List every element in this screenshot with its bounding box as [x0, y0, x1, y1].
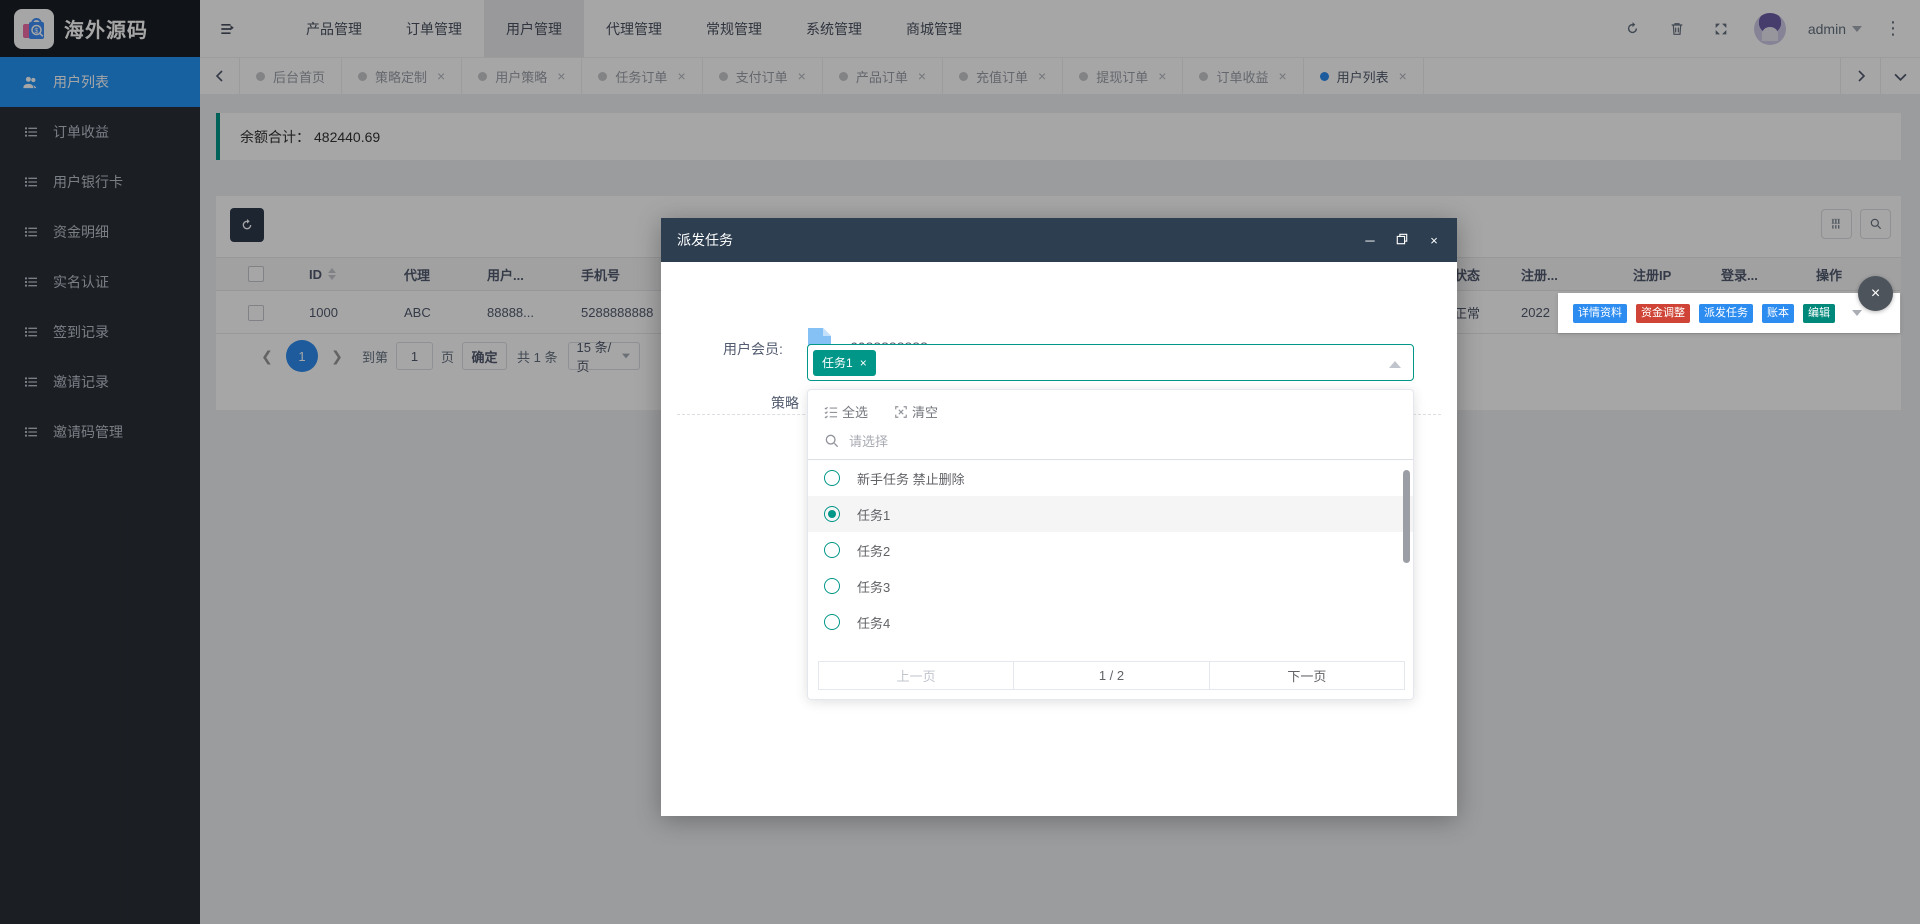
radio-icon: [824, 542, 840, 558]
clear-icon: [895, 405, 907, 418]
radio-icon: [824, 614, 840, 630]
option-label: 任务3: [857, 579, 891, 595]
edit-button[interactable]: 编辑: [1803, 303, 1835, 323]
dispatch-task-modal: 派发任务 ─ × 用户会员: 6088888888 策略 任务1 ×: [661, 218, 1457, 816]
close-icon[interactable]: ×: [1427, 233, 1441, 248]
dropdown-pager: 上一页 1 / 2 下一页: [818, 661, 1405, 690]
dispatch-task-button[interactable]: 派发任务: [1699, 303, 1753, 323]
selected-tag-label: 任务1: [822, 356, 853, 370]
option-day2-task-1[interactable]: 第二天任务1: [808, 640, 1413, 646]
clear-action[interactable]: 清空: [894, 402, 938, 421]
option-label: 任务1: [857, 507, 891, 523]
strategy-label: 策略: [771, 395, 799, 411]
modal-body: 用户会员: 6088888888 策略 任务1 × 全选 清空: [661, 262, 1457, 816]
minimize-icon[interactable]: ─: [1363, 233, 1377, 248]
dropdown-search[interactable]: [808, 425, 1413, 460]
dropdown-prev-page[interactable]: 上一页: [819, 662, 1015, 689]
option-label: 任务2: [857, 543, 891, 559]
option-label: 新手任务 禁止删除: [857, 471, 965, 487]
option-task-3[interactable]: 任务3: [808, 568, 1413, 604]
select-caret-icon: [1389, 361, 1401, 368]
radio-icon: [824, 578, 840, 594]
modal-title: 派发任务: [677, 232, 733, 248]
dropdown-options: 新手任务 禁止删除 任务1 任务2 任务3 任务4: [808, 460, 1413, 646]
maximize-icon[interactable]: [1395, 233, 1409, 248]
search-icon: [825, 434, 839, 448]
more-actions-caret-icon[interactable]: [1852, 310, 1862, 316]
select-all-icon: [824, 406, 838, 418]
option-task-1[interactable]: 任务1: [808, 496, 1413, 532]
dropdown-scrollbar[interactable]: [1403, 470, 1410, 563]
select-all-label: 全选: [842, 405, 869, 420]
option-task-2[interactable]: 任务2: [808, 532, 1413, 568]
option-task-4[interactable]: 任务4: [808, 604, 1413, 640]
fund-adjust-button[interactable]: 资金调整: [1636, 303, 1690, 323]
dropdown-page-indicator: 1 / 2: [1014, 662, 1210, 689]
option-newbie-task[interactable]: 新手任务 禁止删除: [808, 460, 1413, 496]
strategy-multiselect[interactable]: 任务1 ×: [807, 344, 1414, 381]
option-label: 任务4: [857, 615, 891, 631]
radio-checked-icon: [824, 506, 840, 522]
select-all-action[interactable]: 全选: [824, 402, 868, 421]
dropdown-search-input[interactable]: [849, 433, 1369, 449]
radio-icon: [824, 470, 840, 486]
dropdown-next-page[interactable]: 下一页: [1209, 662, 1404, 689]
close-actions-button[interactable]: ×: [1858, 276, 1893, 311]
dropdown-toolbar: 全选 清空: [808, 390, 1413, 425]
member-label: 用户会员:: [723, 341, 783, 357]
detail-info-button[interactable]: 详情资料: [1573, 303, 1627, 323]
ledger-button[interactable]: 账本: [1762, 303, 1794, 323]
selected-tag: 任务1 ×: [813, 349, 876, 376]
tag-remove-icon[interactable]: ×: [860, 356, 867, 370]
strategy-dropdown: 全选 清空 新手任务 禁止删除 任务1: [807, 389, 1414, 700]
row-actions-panel: 详情资料 资金调整 派发任务 账本 编辑: [1558, 293, 1900, 333]
clear-label: 清空: [912, 405, 939, 420]
modal-header[interactable]: 派发任务 ─ ×: [661, 218, 1457, 262]
